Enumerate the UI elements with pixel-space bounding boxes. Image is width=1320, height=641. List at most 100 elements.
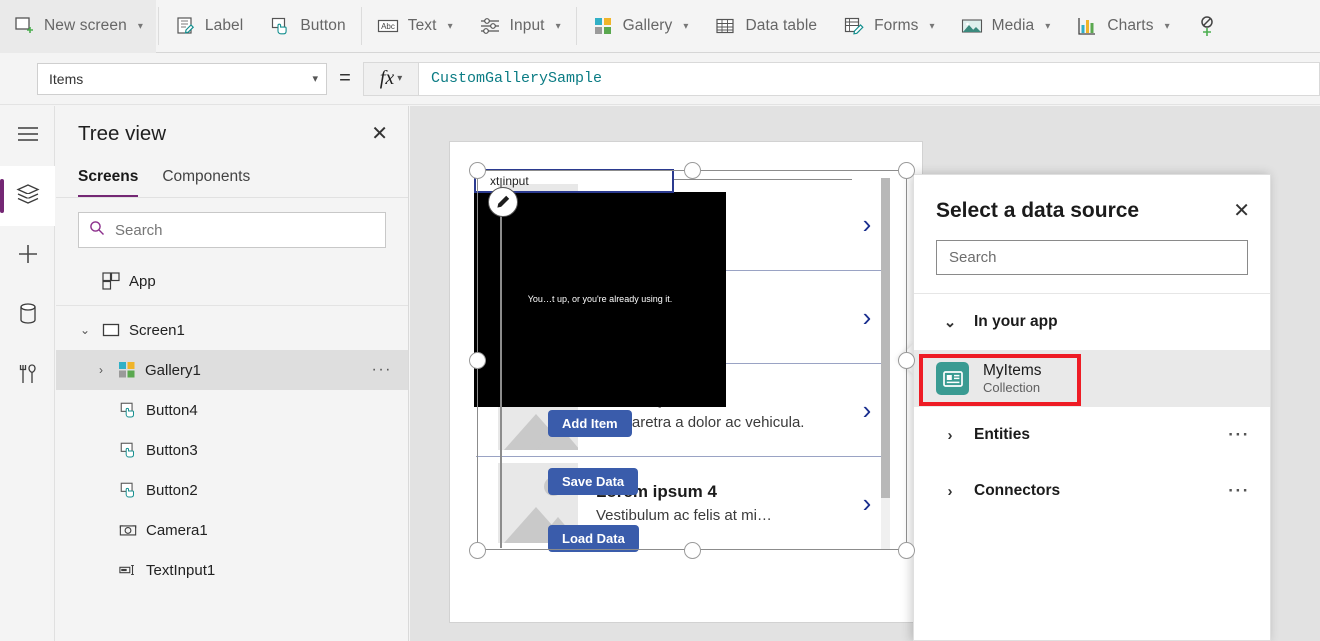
data-table-icon: [714, 15, 736, 37]
tree-item-camera1-label: Camera1: [146, 522, 392, 539]
property-selector[interactable]: Items ▾: [37, 63, 327, 95]
data-source-group-label: Entities: [974, 426, 1212, 444]
gallery-row-subtitle: Vestibulum ac felis at mi…: [596, 506, 844, 526]
fx-icon: fx: [380, 67, 394, 90]
tree-search-input[interactable]: Search: [78, 212, 386, 248]
data-source-group-label: Connectors: [974, 482, 1212, 500]
cmd-input-label: Input: [510, 17, 545, 35]
cmd-data-table-label: Data table: [745, 17, 817, 35]
tab-components[interactable]: Components: [162, 162, 250, 197]
more-options-icon[interactable]: ···: [1228, 481, 1250, 501]
resize-handle-middle-right[interactable]: [898, 352, 915, 369]
cmd-icons[interactable]: [1183, 0, 1231, 53]
chevron-down-icon[interactable]: ⌄: [942, 313, 958, 331]
chevron-down-icon: ▾: [138, 21, 143, 32]
cmd-charts[interactable]: Charts ▾: [1063, 0, 1182, 53]
gallery-row[interactable]: Lorem ipsum 4 Vestibulum ac felis at mi……: [476, 457, 890, 550]
hamburger-menu-button[interactable]: [0, 106, 55, 166]
formula-bar: Items ▾ = fx ▾ CustomGallerySample: [0, 53, 1320, 105]
property-selector-value: Items: [49, 71, 312, 87]
close-icon[interactable]: ✕: [371, 124, 388, 144]
data-source-header: Select a data source ✕: [914, 175, 1270, 229]
more-options-icon[interactable]: ···: [1228, 425, 1250, 445]
data-source-panel: Select a data source ✕ Search ⌄ In your …: [913, 174, 1271, 641]
tree-view-header: Tree view ✕: [56, 106, 408, 162]
gallery-scrollbar-thumb[interactable]: [881, 178, 890, 498]
data-source-search-input[interactable]: Search: [936, 240, 1248, 275]
equals-sign: =: [327, 67, 363, 90]
tree-item-textinput1[interactable]: TextInput1: [56, 550, 408, 590]
insert-icon: [16, 242, 40, 271]
cmd-input[interactable]: Input ▾: [466, 0, 574, 53]
tree-item-button4[interactable]: Button4: [56, 390, 408, 430]
cmd-label[interactable]: Label: [161, 0, 256, 53]
tree-view-tabs: Screens Components: [56, 162, 408, 198]
app-screen-canvas[interactable]: Lorem ipsum 1 …r sit amet, › Lorem ipsum…: [450, 142, 922, 622]
tree-item-textinput1-label: TextInput1: [146, 562, 392, 579]
insert-button[interactable]: [0, 226, 55, 286]
save-data-button[interactable]: Save Data: [548, 468, 638, 495]
resize-handle-bottom-left[interactable]: [469, 542, 486, 559]
formula-input[interactable]: CustomGallerySample: [419, 62, 1320, 96]
search-icon: [89, 220, 105, 241]
resize-handle-bottom-center[interactable]: [684, 542, 701, 559]
tree-item-camera1[interactable]: Camera1: [56, 510, 408, 550]
cmd-data-table[interactable]: Data table: [701, 0, 830, 53]
power-apps-studio: New screen ▾ Label Button Abc Text ▾: [0, 0, 1320, 641]
gallery-row-subtitle: Ut pharetra a dolor ac vehicula.: [596, 413, 844, 433]
chevron-right-icon[interactable]: ›: [94, 363, 108, 377]
edit-pencil-icon[interactable]: [488, 187, 518, 217]
chevron-down-icon: ▾: [930, 21, 935, 32]
tree-view-button[interactable]: [0, 166, 55, 226]
add-item-button[interactable]: Add Item: [548, 410, 632, 437]
data-source-item-myitems[interactable]: MyItems Collection: [914, 350, 1270, 407]
gallery-icon: [592, 15, 614, 37]
chevron-right-icon[interactable]: ›: [942, 483, 958, 500]
tree-item-screen1[interactable]: ⌄ Screen1: [56, 310, 408, 350]
text-input-value: xt input: [490, 174, 529, 188]
cmd-text[interactable]: Abc Text ▾: [364, 0, 466, 53]
selection-vertical-guide: [500, 178, 502, 548]
tree-item-app[interactable]: App: [56, 261, 408, 301]
gallery-scrollbar[interactable]: [881, 178, 890, 550]
new-screen-icon: [13, 15, 35, 37]
fx-button[interactable]: fx ▾: [363, 62, 419, 96]
advanced-tools-button[interactable]: [0, 346, 55, 406]
resize-handle-top-right[interactable]: [898, 162, 915, 179]
cmd-charts-label: Charts: [1107, 17, 1153, 35]
more-options-icon[interactable]: ···: [372, 361, 392, 379]
resize-handle-top-left[interactable]: [469, 162, 486, 179]
screen-icon: [101, 321, 120, 340]
tree-item-button2[interactable]: Button2: [56, 470, 408, 510]
chevron-down-icon: ▾: [683, 21, 688, 32]
camera-preview-overlay[interactable]: You…t up, or you're already using it.: [474, 192, 726, 407]
data-source-group-label: In your app: [974, 313, 1234, 331]
resize-handle-top-center[interactable]: [684, 162, 701, 179]
tree-view-title: Tree view: [78, 122, 371, 146]
load-data-button[interactable]: Load Data: [548, 525, 639, 552]
tab-screens[interactable]: Screens: [78, 162, 138, 197]
cmd-new-screen[interactable]: New screen ▾: [0, 0, 156, 53]
data-button[interactable]: [0, 286, 55, 346]
cmd-gallery[interactable]: Gallery ▾: [579, 0, 702, 53]
data-source-group-connectors[interactable]: › Connectors ···: [914, 463, 1270, 519]
close-icon[interactable]: ✕: [1233, 201, 1250, 221]
camera-overlay-text: You…t up, or you're already using it.: [528, 294, 672, 306]
cmd-forms[interactable]: Forms ▾: [830, 0, 947, 53]
add-item-button-label: Add Item: [562, 416, 618, 431]
cmd-button[interactable]: Button: [256, 0, 358, 53]
resize-handle-bottom-right[interactable]: [898, 542, 915, 559]
data-source-search-container: Search: [914, 229, 1270, 293]
media-icon: [961, 15, 983, 37]
chevron-right-icon[interactable]: ›: [942, 427, 958, 444]
data-source-group-entities[interactable]: › Entities ···: [914, 407, 1270, 463]
tree-item-gallery1[interactable]: › Gallery1 ···: [56, 350, 408, 390]
resize-handle-middle-left[interactable]: [469, 352, 486, 369]
button-icon: [118, 401, 137, 420]
data-source-group-in-your-app[interactable]: ⌄ In your app: [914, 294, 1270, 350]
button-icon: [269, 15, 291, 37]
tree-item-button3[interactable]: Button3: [56, 430, 408, 470]
tree-search-placeholder: Search: [115, 222, 163, 239]
chevron-down-icon[interactable]: ⌄: [78, 323, 92, 337]
cmd-media[interactable]: Media ▾: [948, 0, 1064, 53]
